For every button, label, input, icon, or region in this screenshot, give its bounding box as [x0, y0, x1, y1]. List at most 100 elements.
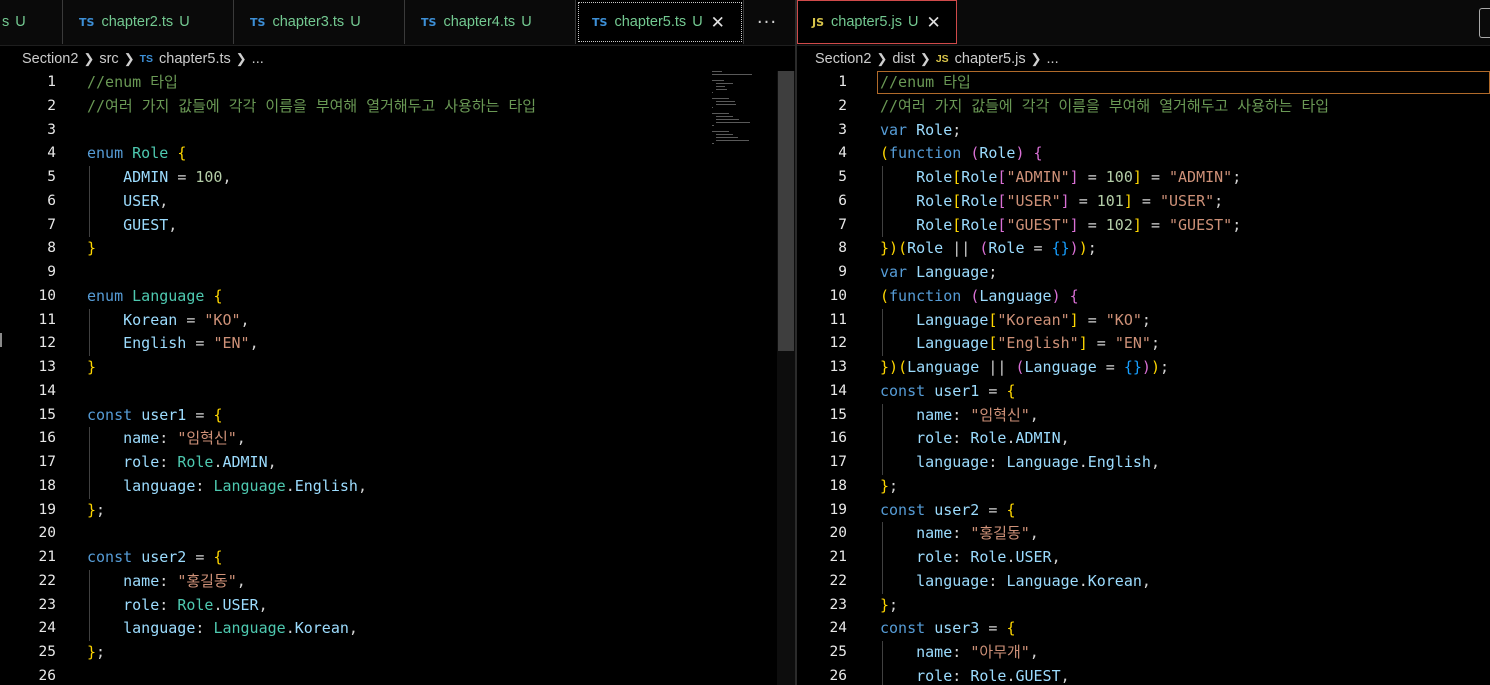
code-line[interactable]: 7 GUEST,	[0, 214, 795, 238]
line-number: 22	[829, 572, 847, 589]
code-line[interactable]: 24 const user3 = {	[797, 617, 1490, 641]
code-line[interactable]: 11 Language["Korean"] = "KO";	[797, 309, 1490, 333]
tab-partial[interactable]: s U	[0, 0, 63, 44]
close-icon[interactable]: ✕	[926, 14, 940, 31]
code-line[interactable]: 24 language: Language.Korean,	[0, 617, 795, 641]
untracked-badge: U	[15, 14, 26, 30]
line-number: 12	[38, 335, 56, 352]
minimap-line	[712, 125, 715, 126]
minimap-line	[715, 83, 734, 84]
code-line[interactable]: 9 var Language;	[797, 261, 1490, 285]
code-line[interactable]: 2 //여러 가지 값들에 각각 이름을 부여해 열거해두고 사용하는 타입	[0, 95, 795, 119]
code-line[interactable]: 4 enum Role {	[0, 142, 795, 166]
code-line[interactable]: 5 ADMIN = 100,	[0, 166, 795, 190]
code-line[interactable]: 8})(Role || (Role = {}));	[797, 237, 1490, 261]
code-text: //enum 타입	[87, 73, 178, 91]
code-line[interactable]: 12 Language["English"] = "EN";	[797, 332, 1490, 356]
indent-guide	[882, 522, 883, 546]
code-line[interactable]: 19 const user2 = {	[797, 499, 1490, 523]
tab-chapter3[interactable]: TS chapter3.ts U	[234, 0, 405, 44]
tab-chapter2[interactable]: TS chapter2.ts U	[63, 0, 234, 44]
breadcrumb-item[interactable]: ...	[252, 51, 264, 67]
code-line[interactable]: 16 role: Role.ADMIN,	[797, 427, 1490, 451]
line-number: 23	[829, 596, 847, 613]
split-editor-icon[interactable]	[1479, 8, 1490, 38]
code-line[interactable]: 3 var Role;	[797, 119, 1490, 143]
code-line[interactable]: 14	[0, 380, 795, 404]
code-text: role: Role.GUEST,	[916, 666, 1070, 685]
code-line[interactable]: 26	[0, 665, 795, 685]
code-line[interactable]: 22 name: "홍길동",	[0, 570, 795, 594]
code-editor-right[interactable]: 1 //enum 타입 2 //여러 가지 값들에 각각 이름을 부여해 열거해두고 …	[797, 71, 1490, 685]
code-text: role: Role.ADMIN,	[916, 429, 1070, 448]
code-line[interactable]: 18 language: Language.English,	[0, 475, 795, 499]
scrollbar-thumb[interactable]	[778, 71, 794, 351]
line-number: 9	[838, 264, 847, 280]
breadcrumb-item[interactable]: ...	[1047, 51, 1059, 67]
code-line[interactable]: 7 Role[Role["GUEST"] = 102] = "GUEST";	[797, 214, 1490, 238]
code-line[interactable]: 6 Role[Role["USER"] = 101] = "USER";	[797, 190, 1490, 214]
tab-chapter4[interactable]: TS chapter4.ts U	[405, 0, 576, 44]
code-line[interactable]: 21 role: Role.USER,	[797, 546, 1490, 570]
code-line[interactable]: 14 const user1 = {	[797, 380, 1490, 404]
line-number: 5	[838, 169, 847, 185]
code-line[interactable]: 13})(Language || (Language = {}));	[797, 356, 1490, 380]
code-line[interactable]: 15 const user1 = {	[0, 404, 795, 428]
code-line[interactable]: 25 name: "아무개",	[797, 641, 1490, 665]
code-text: Role[Role["ADMIN"] = 100] = "ADMIN";	[916, 168, 1242, 186]
breadcrumb-item[interactable]: chapter5.ts	[159, 51, 231, 67]
code-line[interactable]: 21 const user2 = {	[0, 546, 795, 570]
code-text: role: Role.USER,	[123, 595, 268, 614]
breadcrumb-item[interactable]: chapter5.js	[955, 51, 1026, 67]
code-line[interactable]: 9	[0, 261, 795, 285]
line-number: 1	[838, 74, 847, 90]
code-line[interactable]: 1 //enum 타입	[797, 71, 1490, 95]
code-line[interactable]: 23};	[797, 594, 1490, 618]
code-line[interactable]: 17 language: Language.English,	[797, 451, 1490, 475]
line-number: 18	[38, 477, 56, 494]
code-line[interactable]: 17 role: Role.ADMIN,	[0, 451, 795, 475]
line-number: 6	[838, 192, 847, 209]
code-line[interactable]: 22 language: Language.Korean,	[797, 570, 1490, 594]
more-actions-icon[interactable]: ···	[753, 0, 781, 44]
breadcrumb-item[interactable]: src	[99, 51, 118, 67]
code-line[interactable]: 16 name: "임혁신",	[0, 427, 795, 451]
code-line[interactable]: 11 Korean = "KO",	[0, 309, 795, 333]
code-line[interactable]: 25};	[0, 641, 795, 665]
breadcrumb-item[interactable]: Section2	[815, 51, 871, 67]
code-line[interactable]: 12 English = "EN",	[0, 332, 795, 356]
close-icon[interactable]: ✕	[711, 14, 725, 31]
tab-chapter5-ts[interactable]: TS chapter5.ts U ✕	[576, 0, 744, 44]
code-line[interactable]: 23 role: Role.USER,	[0, 594, 795, 618]
code-line[interactable]: 4 (function (Role) {	[797, 142, 1490, 166]
line-number: 26	[38, 667, 56, 684]
code-line[interactable]: 3	[0, 119, 795, 143]
breadcrumb-item[interactable]: dist	[892, 51, 915, 67]
code-line[interactable]: 26 role: Role.GUEST,	[797, 665, 1490, 685]
code-line[interactable]: 2 //여러 가지 값들에 각각 이름을 부여해 열거해두고 사용하는 타입	[797, 95, 1490, 119]
minimap-line	[712, 80, 725, 81]
code-text: //enum 타입	[880, 73, 971, 91]
vertical-scrollbar[interactable]	[777, 71, 795, 685]
indent-guide	[882, 569, 883, 594]
line-number: 7	[838, 216, 847, 233]
code-line[interactable]: 1 //enum 타입	[0, 71, 795, 95]
code-line[interactable]: 20	[0, 522, 795, 546]
minimap[interactable]	[712, 71, 777, 151]
code-editor-left[interactable]: 1 //enum 타입 2 //여러 가지 값들에 각각 이름을 부여해 열거해두고 …	[0, 71, 795, 685]
code-text: var Role;	[880, 120, 962, 139]
code-line[interactable]: 20 name: "홍길동",	[797, 522, 1490, 546]
code-line[interactable]: 5 Role[Role["ADMIN"] = 100] = "ADMIN";	[797, 166, 1490, 190]
code-line[interactable]: 15 name: "임혁신",	[797, 404, 1490, 428]
code-line[interactable]: 19};	[0, 499, 795, 523]
line-number: 1	[47, 74, 56, 90]
tab-chapter5-js[interactable]: JS chapter5.js U ✕	[797, 0, 957, 44]
code-line[interactable]: 6 USER,	[0, 190, 795, 214]
code-line[interactable]: 10 enum Language {	[0, 285, 795, 309]
code-line[interactable]: 13}	[0, 356, 795, 380]
code-line[interactable]: 18};	[797, 475, 1490, 499]
code-line[interactable]: 8}	[0, 237, 795, 261]
minimap-line	[715, 122, 750, 123]
code-line[interactable]: 10 (function (Language) {	[797, 285, 1490, 309]
breadcrumb-item[interactable]: Section2	[22, 51, 78, 67]
